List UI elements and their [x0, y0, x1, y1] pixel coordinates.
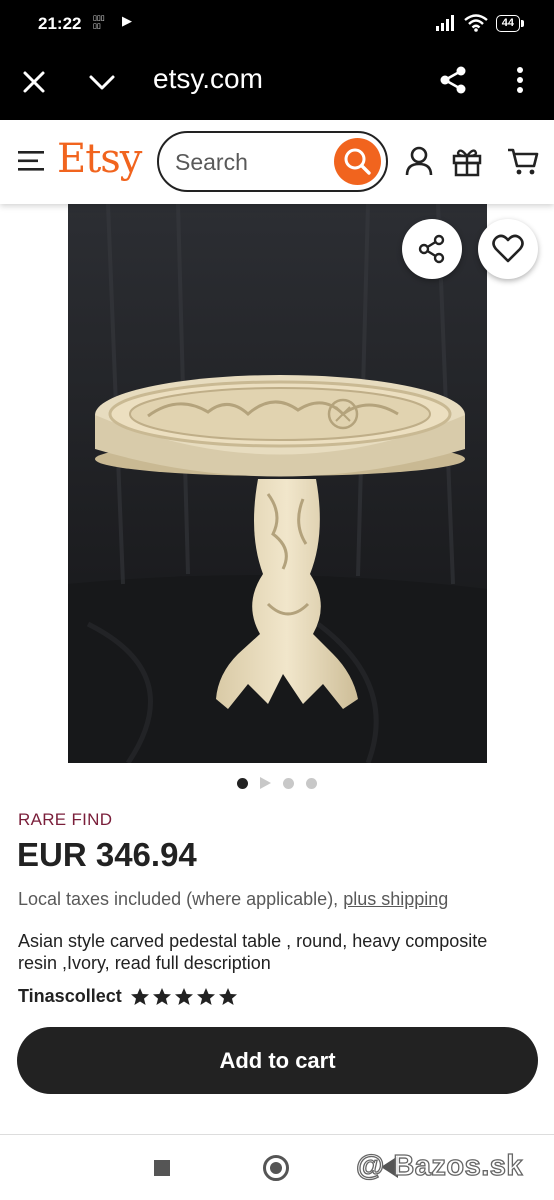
home-button[interactable] — [263, 1155, 289, 1181]
bazos-watermark: @ Bazos.sk — [355, 1149, 524, 1182]
play-notification-icon: ▶ — [122, 13, 132, 28]
price: EUR 346.94 — [17, 836, 197, 873]
carousel-dot[interactable] — [306, 777, 317, 789]
search-icon — [344, 148, 371, 175]
search-button[interactable] — [334, 138, 381, 185]
user-icon[interactable] — [402, 144, 436, 178]
star-icon — [152, 987, 171, 1005]
product-image[interactable] — [68, 204, 487, 763]
more-options-icon[interactable] — [508, 64, 532, 96]
heart-icon — [492, 234, 524, 263]
signal-icon — [435, 15, 454, 31]
star-icon — [130, 987, 149, 1005]
favorite-button[interactable] — [478, 219, 538, 279]
carousel-dot[interactable] — [237, 777, 248, 789]
share-button[interactable] — [402, 219, 462, 279]
star-icon — [196, 987, 215, 1005]
gift-icon[interactable] — [450, 144, 484, 178]
video-play-indicator-icon[interactable] — [260, 777, 271, 789]
temu-notification-icon: ▯▯▯ ▯▯ — [93, 15, 105, 30]
cart-icon[interactable] — [506, 144, 540, 178]
tax-info: Local taxes included (where applicable),… — [18, 889, 448, 910]
rare-find-badge: RARE FIND — [18, 810, 113, 829]
table-photo — [68, 204, 487, 763]
status-time: 21:22 — [38, 14, 82, 33]
search-bar[interactable] — [157, 131, 388, 192]
wifi-icon — [463, 14, 488, 32]
etsy-logo[interactable]: Etsy — [57, 136, 142, 182]
add-to-cart-button[interactable]: Add to cart — [17, 1027, 538, 1094]
rating-stars — [130, 987, 238, 1007]
url-text[interactable]: etsy.com — [153, 63, 263, 95]
image-carousel-dots — [0, 776, 554, 790]
listing-title: Asian style carved pedestal table , roun… — [18, 931, 488, 973]
close-icon[interactable] — [18, 66, 50, 98]
chevron-down-icon[interactable] — [86, 66, 118, 98]
shop-name[interactable]: Tinascollect — [18, 986, 122, 1007]
tax-text: Local taxes included (where applicable), — [18, 889, 339, 909]
recents-button[interactable] — [154, 1160, 170, 1176]
carousel-dot[interactable] — [283, 777, 294, 789]
status-bar: 21:22 ▯▯▯ ▯▯ ▶ 44 — [0, 0, 554, 48]
shop-info[interactable]: Tinascollect — [18, 986, 238, 1007]
browser-toolbar: etsy.com — [0, 48, 554, 120]
share-icon[interactable] — [437, 64, 469, 96]
shipping-link[interactable]: plus shipping — [343, 889, 448, 909]
status-icons: 44 — [435, 14, 525, 32]
search-input[interactable] — [175, 147, 325, 177]
share-icon — [418, 234, 445, 264]
star-icon — [174, 987, 193, 1005]
star-icon — [218, 987, 237, 1005]
site-header: Etsy — [0, 120, 554, 204]
menu-icon[interactable] — [18, 149, 46, 173]
battery-icon: 44 — [495, 14, 525, 32]
